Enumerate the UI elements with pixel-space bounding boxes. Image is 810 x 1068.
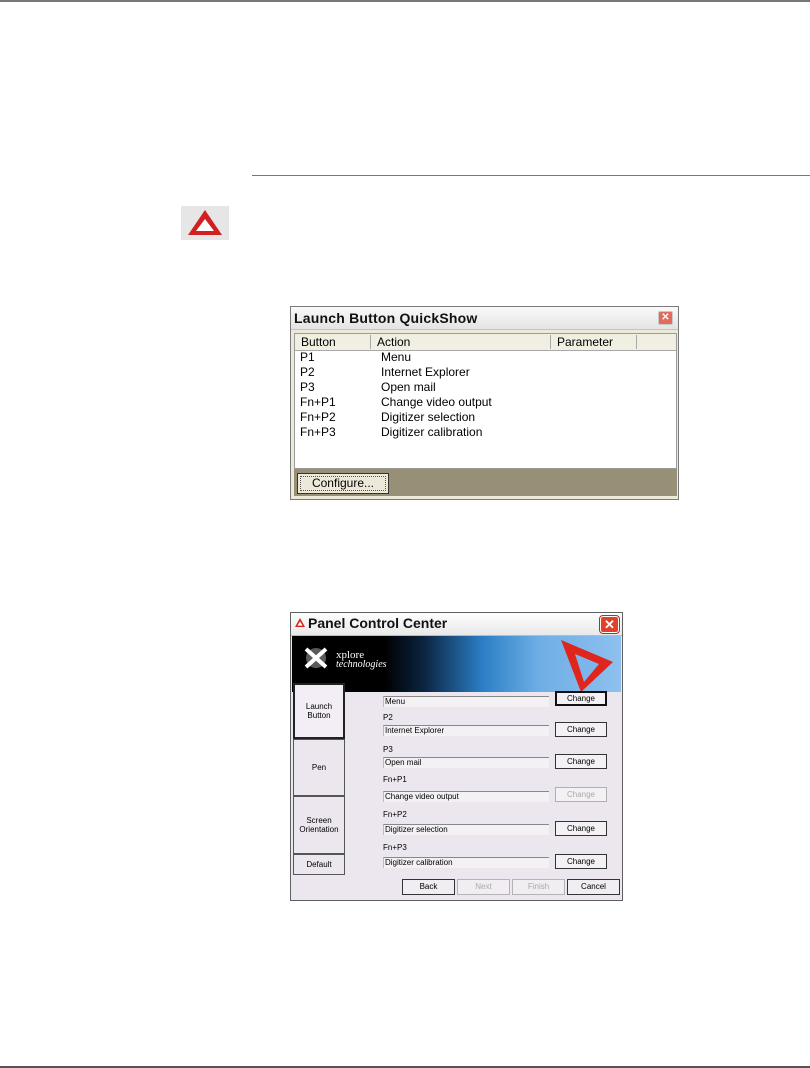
quickshow-titlebar[interactable]: Launch Button QuickShow ✕ [291,307,678,330]
row-action: Menu [381,350,412,364]
panel-control-center-window: Panel Control Center ✕ xplore technologi… [290,612,623,901]
next-button[interactable]: Next [457,879,510,895]
pcc-titlebar[interactable]: Panel Control Center ✕ [291,613,622,636]
pcc-close-button[interactable]: ✕ [599,615,620,634]
change-p1-button[interactable]: Change [555,691,607,706]
column-header-button[interactable]: Button [295,335,371,349]
field-value-fn-p2: Digitizer selection [383,824,549,835]
field-label-p3: P3 [383,745,393,754]
row-action: Internet Explorer [381,365,470,379]
row-button: Fn+P3 [300,425,336,439]
row-action: Digitizer calibration [381,425,483,439]
back-button[interactable]: Back [402,879,455,895]
quickshow-list-header: Button Action Parameter [295,334,676,351]
row-button: P1 [300,350,315,364]
field-value-p1: Menu [383,696,549,707]
change-fn-p3-button[interactable]: Change [555,854,607,869]
column-header-action[interactable]: Action [371,335,551,349]
row-action: Change video output [381,395,492,409]
field-label-fn-p1: Fn+P1 [383,775,407,784]
xplore-logo: xplore technologies [300,646,387,675]
field-value-p3: Open mail [383,757,549,768]
launch-button-fields: P1 Menu Change P2 Internet Explorer Chan… [383,681,611,881]
tab-default[interactable]: Default [293,854,345,875]
list-item[interactable]: Fn+P1 Change video output [295,395,676,410]
section-rule [252,175,810,176]
field-label-fn-p3: Fn+P3 [383,843,407,852]
change-fn-p1-button[interactable]: Change [555,787,607,802]
quickshow-footer: Configure... [294,469,677,496]
row-button: Fn+P1 [300,395,336,409]
quickshow-title: Launch Button QuickShow [294,310,478,326]
logo-subword: technologies [336,659,387,670]
row-button: P3 [300,380,315,394]
field-label-p1: P1 [383,681,393,690]
finish-button[interactable]: Finish [512,879,565,895]
field-value-fn-p3: Digitizer calibration [383,857,549,868]
xplore-x-icon [304,647,328,669]
tab-screen-orientation[interactable]: Screen Orientation [293,796,345,854]
pcc-tabs: Launch Button Pen Screen Orientation Defau… [293,683,345,875]
warning-triangle-icon [181,206,229,240]
pcc-title: Panel Control Center [308,615,448,631]
field-value-p2: Internet Explorer [383,725,549,736]
list-item[interactable]: Fn+P3 Digitizer calibration [295,425,676,440]
list-item[interactable]: P2 Internet Explorer [295,365,676,380]
quickshow-list[interactable]: Button Action Parameter P1 Menu P2 Inter… [294,333,677,469]
row-action: Open mail [381,380,436,394]
column-header-parameter[interactable]: Parameter [551,335,637,349]
field-label-p2: P2 [383,713,393,722]
tab-pen[interactable]: Pen [293,739,345,796]
row-action: Digitizer selection [381,410,476,424]
quickshow-close-button[interactable]: ✕ [658,311,673,325]
change-p2-button[interactable]: Change [555,722,607,737]
change-p3-button[interactable]: Change [555,754,607,769]
page-top-rule [0,0,810,2]
column-header-filler [637,335,678,349]
configure-button[interactable]: Configure... [297,473,389,494]
list-item[interactable]: P1 Menu [295,350,676,365]
app-triangle-icon [295,618,305,627]
field-label-fn-p2: Fn+P2 [383,810,407,819]
row-button: P2 [300,365,315,379]
list-item[interactable]: P3 Open mail [295,380,676,395]
list-item[interactable]: Fn+P2 Digitizer selection [295,410,676,425]
cancel-button[interactable]: Cancel [567,879,620,895]
quickshow-window: Launch Button QuickShow ✕ Button Action … [290,306,679,500]
tab-launch-button[interactable]: Launch Button [293,683,345,739]
change-fn-p2-button[interactable]: Change [555,821,607,836]
field-value-fn-p1: Change video output [383,791,549,802]
row-button: Fn+P2 [300,410,336,424]
